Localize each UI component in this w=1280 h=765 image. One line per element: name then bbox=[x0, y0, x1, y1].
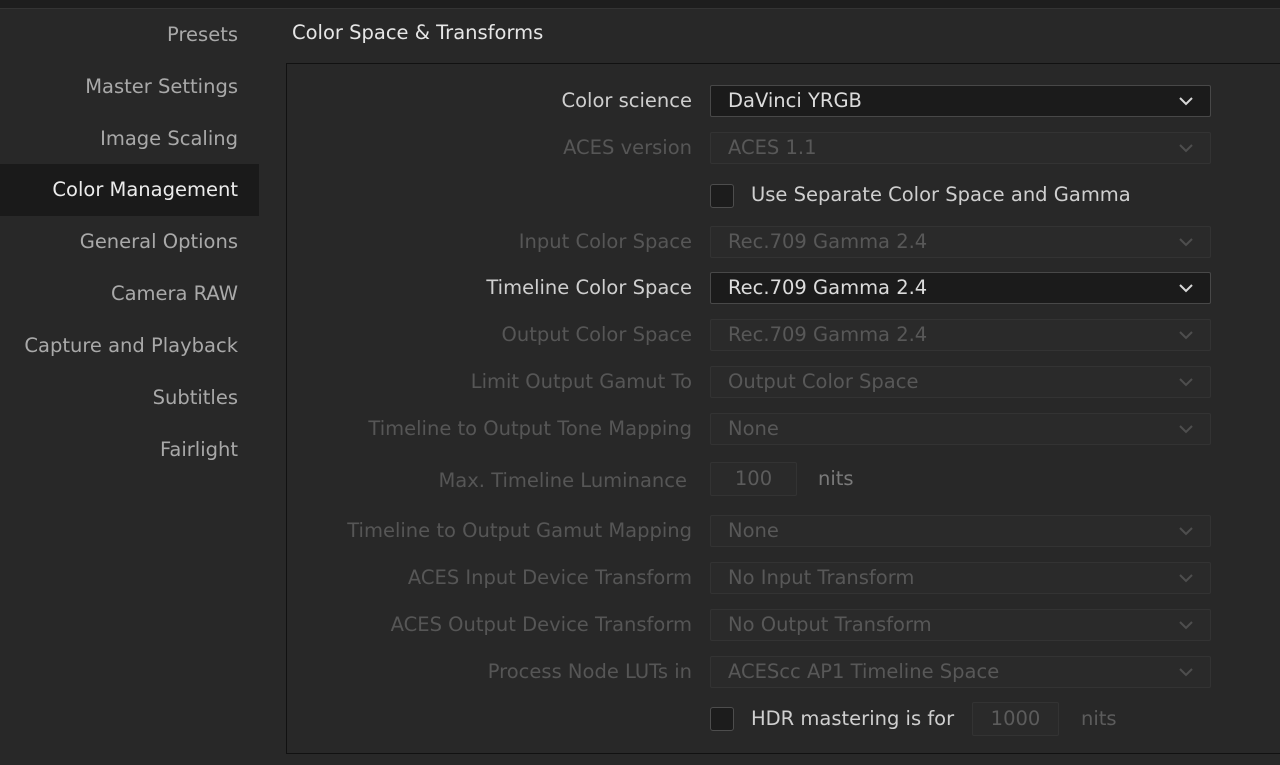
aces-odt-value: No Output Transform bbox=[728, 613, 932, 636]
hdr-mastering-input[interactable]: 1000 bbox=[972, 702, 1059, 736]
sidebar-item-color-management[interactable]: Color Management bbox=[0, 164, 259, 216]
limit-output-gamut-value: Output Color Space bbox=[728, 370, 919, 393]
chevron-down-icon bbox=[1179, 621, 1193, 630]
input-color-space-value: Rec.709 Gamma 2.4 bbox=[728, 230, 928, 253]
sidebar-item-capture-and-playback[interactable]: Capture and Playback bbox=[0, 320, 259, 372]
max-luminance-label: Max. Timeline Luminance bbox=[438, 469, 687, 492]
limit-output-gamut-dropdown[interactable]: Output Color Space bbox=[710, 366, 1211, 398]
sidebar-item-fairlight[interactable]: Fairlight bbox=[0, 424, 259, 476]
color-science-dropdown[interactable]: DaVinci YRGB bbox=[710, 85, 1211, 117]
chevron-down-icon bbox=[1179, 527, 1193, 536]
tone-mapping-dropdown[interactable]: None bbox=[710, 413, 1211, 445]
aces-idt-dropdown[interactable]: No Input Transform bbox=[710, 562, 1211, 594]
chevron-down-icon bbox=[1179, 378, 1193, 387]
max-luminance-input[interactable]: 100 bbox=[710, 462, 797, 496]
aces-version-label: ACES version bbox=[563, 136, 692, 159]
gamut-mapping-label: Timeline to Output Gamut Mapping bbox=[347, 519, 692, 542]
chevron-down-icon bbox=[1179, 144, 1193, 153]
sidebar-item-master-settings[interactable]: Master Settings bbox=[0, 61, 259, 113]
color-science-label: Color science bbox=[561, 89, 692, 112]
aces-idt-value: No Input Transform bbox=[728, 566, 915, 589]
chevron-down-icon bbox=[1179, 238, 1193, 247]
sidebar-item-subtitles[interactable]: Subtitles bbox=[0, 372, 259, 424]
hdr-mastering-checkbox[interactable] bbox=[710, 707, 734, 731]
separate-color-space-label: Use Separate Color Space and Gamma bbox=[751, 183, 1131, 206]
tone-mapping-value: None bbox=[728, 417, 779, 440]
aces-version-value: ACES 1.1 bbox=[728, 136, 817, 159]
limit-output-gamut-label: Limit Output Gamut To bbox=[470, 370, 692, 393]
max-luminance-unit: nits bbox=[818, 467, 854, 490]
sidebar-item-presets[interactable]: Presets bbox=[0, 9, 259, 61]
process-node-luts-value: ACEScc AP1 Timeline Space bbox=[728, 660, 1000, 683]
top-divider bbox=[0, 0, 1280, 9]
tone-mapping-label: Timeline to Output Tone Mapping bbox=[368, 417, 692, 440]
chevron-down-icon bbox=[1179, 331, 1193, 340]
timeline-color-space-dropdown[interactable]: Rec.709 Gamma 2.4 bbox=[710, 272, 1211, 304]
hdr-mastering-label: HDR mastering is for bbox=[751, 707, 955, 730]
timeline-color-space-label: Timeline Color Space bbox=[486, 276, 692, 299]
sidebar-item-image-scaling[interactable]: Image Scaling bbox=[0, 113, 259, 165]
settings-sidebar: Presets Master Settings Image Scaling Co… bbox=[0, 9, 259, 765]
chevron-down-icon bbox=[1179, 668, 1193, 677]
input-color-space-label: Input Color Space bbox=[518, 230, 692, 253]
output-color-space-dropdown[interactable]: Rec.709 Gamma 2.4 bbox=[710, 319, 1211, 351]
aces-version-dropdown[interactable]: ACES 1.1 bbox=[710, 132, 1211, 164]
hdr-mastering-unit: nits bbox=[1081, 707, 1117, 730]
input-color-space-dropdown[interactable]: Rec.709 Gamma 2.4 bbox=[710, 226, 1211, 258]
separate-color-space-checkbox[interactable] bbox=[710, 184, 734, 208]
color-science-value: DaVinci YRGB bbox=[728, 89, 862, 112]
aces-odt-dropdown[interactable]: No Output Transform bbox=[710, 609, 1211, 641]
output-color-space-value: Rec.709 Gamma 2.4 bbox=[728, 323, 928, 346]
chevron-down-icon bbox=[1179, 284, 1193, 293]
chevron-down-icon bbox=[1179, 97, 1193, 106]
chevron-down-icon bbox=[1179, 425, 1193, 434]
aces-idt-label: ACES Input Device Transform bbox=[407, 566, 692, 589]
aces-odt-label: ACES Output Device Transform bbox=[390, 613, 692, 636]
gamut-mapping-dropdown[interactable]: None bbox=[710, 515, 1211, 547]
process-node-luts-dropdown[interactable]: ACEScc AP1 Timeline Space bbox=[710, 656, 1211, 688]
section-title: Color Space & Transforms bbox=[292, 21, 544, 44]
sidebar-item-camera-raw[interactable]: Camera RAW bbox=[0, 268, 259, 320]
color-space-panel bbox=[286, 63, 1280, 754]
process-node-luts-label: Process Node LUTs in bbox=[487, 660, 692, 683]
gamut-mapping-value: None bbox=[728, 519, 779, 542]
sidebar-item-general-options[interactable]: General Options bbox=[0, 216, 259, 268]
timeline-color-space-value: Rec.709 Gamma 2.4 bbox=[728, 276, 928, 299]
chevron-down-icon bbox=[1179, 574, 1193, 583]
output-color-space-label: Output Color Space bbox=[501, 323, 692, 346]
